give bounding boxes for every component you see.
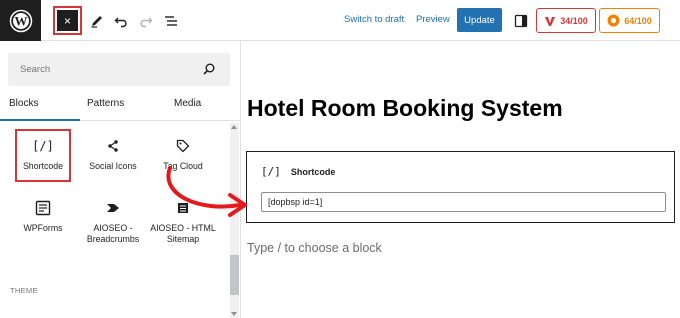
document-overview-button[interactable]	[160, 10, 182, 32]
edit-tool-button[interactable]	[86, 10, 108, 32]
inserter-tabs: Blocks Patterns Media	[0, 95, 241, 121]
block-label: AIOSEO - HTML Sitemap	[150, 223, 216, 244]
wpforms-icon	[8, 199, 78, 217]
aioseo-gear-icon	[607, 14, 620, 27]
undo-icon	[114, 17, 127, 28]
seo-score-value: 34/100	[560, 15, 588, 26]
block-label: Social Icons	[89, 161, 137, 171]
scroll-thumb[interactable]	[230, 255, 239, 295]
sitemap-list-icon	[148, 199, 218, 217]
search-placeholder: Search	[20, 64, 51, 75]
scroll-down-arrow-icon[interactable]	[231, 312, 237, 316]
tab-patterns[interactable]: Patterns	[87, 98, 124, 109]
tag-icon	[148, 137, 218, 155]
settings-panel-button[interactable]	[510, 10, 532, 32]
block-label: AIOSEO - Breadcrumbs	[86, 223, 140, 244]
undo-button[interactable]	[110, 10, 132, 32]
update-button[interactable]: Update	[457, 8, 502, 32]
active-tab-indicator	[0, 119, 80, 121]
shortcode-block-label: Shortcode	[290, 166, 336, 177]
share-icon	[78, 137, 148, 155]
sidebar-toggle-icon	[514, 14, 528, 28]
list-view-icon	[165, 16, 177, 26]
block-aioseo-breadcrumbs[interactable]: AIOSEO - Breadcrumbs	[78, 199, 148, 245]
aioseo-score-value: 64/100	[624, 15, 652, 26]
block-aioseo-html-sitemap[interactable]: AIOSEO - HTML Sitemap	[148, 199, 218, 245]
shortcode-block[interactable]: [/] Shortcode [dopbsp id=1]	[246, 151, 675, 223]
truseo-icon	[545, 16, 556, 26]
scroll-up-arrow-icon[interactable]	[231, 125, 237, 129]
wordpress-logo[interactable]: W	[0, 0, 41, 41]
preview-button[interactable]: Preview	[416, 14, 450, 25]
inserter-scrollbar[interactable]	[230, 123, 239, 318]
wordpress-icon: W	[9, 9, 32, 32]
close-inserter-button[interactable]: ×	[53, 6, 82, 35]
pencil-icon	[91, 16, 102, 28]
shortcode-block-header: [/] Shortcode	[261, 165, 335, 178]
redo-icon	[140, 17, 153, 28]
shortcode-input[interactable]: [dopbsp id=1]	[261, 192, 666, 212]
close-icon: ×	[57, 10, 78, 31]
block-label: WPForms	[23, 223, 63, 233]
redo-button[interactable]	[135, 10, 157, 32]
shortcode-icon: [/]	[261, 165, 281, 178]
block-inserter-panel: Search Blocks Patterns Media [/] Shortco…	[0, 41, 241, 318]
svg-text:W: W	[14, 13, 27, 28]
section-heading-theme: THEME	[10, 286, 38, 295]
editor-canvas: Hotel Room Booking System [/] Shortcode …	[241, 41, 680, 318]
default-block-appender[interactable]: Type / to choose a block	[247, 241, 382, 255]
post-title[interactable]: Hotel Room Booking System	[247, 95, 563, 122]
switch-to-draft-button[interactable]: Switch to draft	[344, 14, 404, 25]
tab-media[interactable]: Media	[174, 98, 201, 109]
shortcode-highlight-box	[15, 129, 71, 182]
aioseo-score-badge[interactable]: 64/100	[599, 8, 660, 33]
block-search-input[interactable]: Search	[8, 53, 230, 86]
aioseo-arrow-icon	[78, 199, 148, 217]
search-icon	[203, 63, 215, 75]
editor-toolbar: W × Switch to draft Preview Update 34/10…	[0, 0, 680, 41]
seo-score-badge[interactable]: 34/100	[536, 8, 596, 33]
tab-blocks[interactable]: Blocks	[9, 98, 38, 109]
block-social-icons[interactable]: Social Icons	[78, 137, 148, 172]
block-wpforms[interactable]: WPForms	[8, 199, 78, 234]
block-tag-cloud[interactable]: Tag Cloud	[148, 137, 218, 172]
block-label: Tag Cloud	[163, 161, 203, 171]
